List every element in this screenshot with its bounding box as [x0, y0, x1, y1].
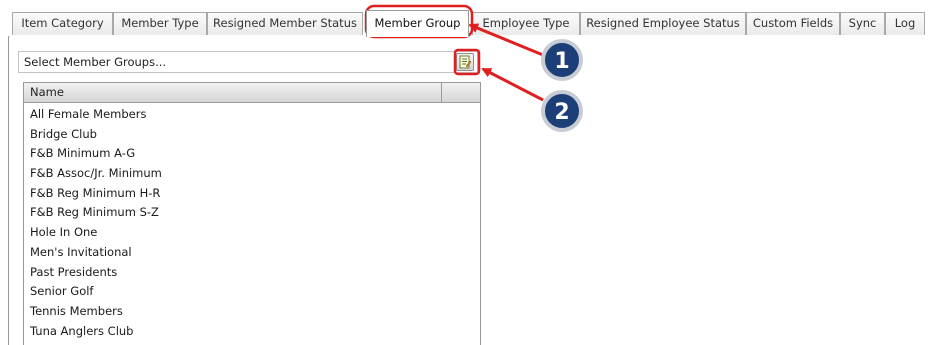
table-row[interactable]: F&B Reg Minimum S-Z — [24, 203, 480, 223]
table-row[interactable]: Bridge Club — [24, 125, 480, 145]
tab-resigned-employee-status[interactable]: Resigned Employee Status — [580, 12, 746, 35]
table-row[interactable]: Tennis Members — [24, 302, 480, 322]
tab-item-category[interactable]: Item Category — [12, 12, 113, 35]
table-row[interactable]: All Female Members — [24, 105, 480, 125]
table-row[interactable]: Senior Golf — [24, 282, 480, 302]
member-groups-grid: Name All Female Members Bridge Club F&B … — [23, 82, 481, 345]
tab-employee-type[interactable]: Employee Type — [472, 12, 580, 35]
edit-list-icon — [459, 55, 471, 69]
tab-resigned-member-status[interactable]: Resigned Member Status — [207, 12, 363, 35]
tab-sync[interactable]: Sync — [840, 12, 885, 35]
tab-member-group[interactable]: Member Group — [366, 10, 469, 37]
tab-strip: Item Category Member Type Resigned Membe… — [8, 10, 930, 37]
table-row[interactable]: F&B Reg Minimum H-R — [24, 184, 480, 204]
table-row[interactable]: F&B Assoc/Jr. Minimum — [24, 164, 480, 184]
grid-rows: All Female Members Bridge Club F&B Minim… — [24, 105, 480, 341]
grid-header: Name — [24, 83, 480, 103]
table-row[interactable]: Past Presidents — [24, 263, 480, 283]
tab-custom-fields[interactable]: Custom Fields — [746, 12, 840, 35]
tab-member-type[interactable]: Member Type — [113, 12, 207, 35]
column-header-spacer — [442, 83, 480, 102]
table-row[interactable]: F&B Minimum A-G — [24, 144, 480, 164]
select-groups-button[interactable] — [456, 53, 474, 71]
tab-log[interactable]: Log — [885, 12, 925, 35]
member-groups-selector[interactable]: Select Member Groups... — [18, 51, 478, 73]
column-header-name[interactable]: Name — [24, 83, 442, 102]
table-row[interactable]: Hole In One — [24, 223, 480, 243]
table-row[interactable]: Tuna Anglers Club — [24, 322, 480, 342]
table-row[interactable]: Men's Invitational — [24, 243, 480, 263]
